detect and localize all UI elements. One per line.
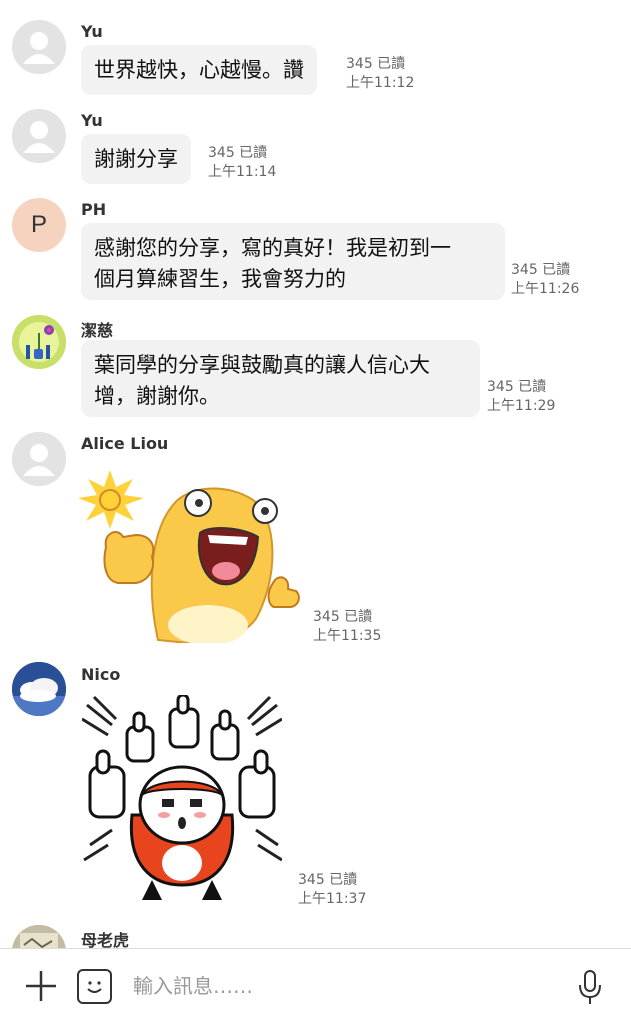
sender-name: Yu <box>81 22 103 41</box>
message-time: 上午11:29 <box>487 398 556 414</box>
sender-name: Alice Liou <box>81 434 169 453</box>
sender-name: Nico <box>81 665 121 684</box>
letter-avatar[interactable]: P <box>12 198 66 252</box>
message-meta: 345 已讀 上午11:35 <box>313 608 381 646</box>
message-input-bar <box>0 948 631 1024</box>
default-avatar-icon[interactable] <box>12 109 66 163</box>
message-line: 葉同學的分享與鼓勵真的讓人信心大 <box>94 353 430 377</box>
default-avatar-icon[interactable] <box>12 432 66 486</box>
sender-name: 母老虎 <box>81 931 130 948</box>
many-thumbs-up-sticker[interactable] <box>81 693 283 903</box>
message-line: 增，謝謝你。 <box>94 384 220 408</box>
message-line: 個月算練習生，我會努力的 <box>94 267 346 291</box>
emoji-icon[interactable] <box>77 969 112 1004</box>
plus-icon[interactable] <box>22 967 60 1005</box>
sender-name: Yu <box>81 111 103 130</box>
chat-message-list[interactable]: Yu 世界越快，心越慢。讚 345 已讀 上午11:12 Yu 謝謝分享 345… <box>0 0 631 948</box>
message-time: 上午11:12 <box>346 75 415 91</box>
cloud-sky-avatar-icon[interactable] <box>12 662 66 716</box>
read-count: 345 已讀 <box>511 262 571 278</box>
message-time: 上午11:26 <box>511 281 580 297</box>
flower-avatar-icon[interactable] <box>12 315 66 369</box>
message-meta: 345 已讀 上午11:26 <box>511 261 579 299</box>
message-time: 上午11:37 <box>298 891 367 907</box>
message-line: 感謝您的分享，寫的真好！我是初到一 <box>94 236 451 260</box>
message-time: 上午11:14 <box>208 164 277 180</box>
sender-name: 潔慈 <box>81 321 114 340</box>
message-meta: 345 已讀 上午11:37 <box>298 871 366 909</box>
message-input[interactable] <box>133 969 553 1003</box>
microphone-icon[interactable] <box>575 967 605 1007</box>
read-count: 345 已讀 <box>298 872 358 888</box>
read-count: 345 已讀 <box>346 56 406 72</box>
photo-avatar-icon[interactable] <box>12 925 66 948</box>
message-meta: 345 已讀 上午11:29 <box>487 378 555 416</box>
message-meta: 345 已讀 上午11:12 <box>346 55 414 93</box>
default-avatar-icon[interactable] <box>12 20 66 74</box>
read-count: 345 已讀 <box>313 609 373 625</box>
sender-name: PH <box>81 200 107 219</box>
message-bubble[interactable]: 謝謝分享 <box>81 134 191 184</box>
thumbs-up-character-sticker[interactable] <box>78 465 300 645</box>
message-meta: 345 已讀 上午11:14 <box>208 144 276 182</box>
message-time: 上午11:35 <box>313 628 382 644</box>
message-bubble[interactable]: 葉同學的分享與鼓勵真的讓人信心大 增，謝謝你。 <box>81 340 480 417</box>
avatar-letter: P <box>30 211 47 238</box>
read-count: 345 已讀 <box>208 145 268 161</box>
message-bubble[interactable]: 感謝您的分享，寫的真好！我是初到一 個月算練習生，我會努力的 <box>81 223 505 300</box>
message-bubble[interactable]: 世界越快，心越慢。讚 <box>81 45 317 95</box>
read-count: 345 已讀 <box>487 379 547 395</box>
